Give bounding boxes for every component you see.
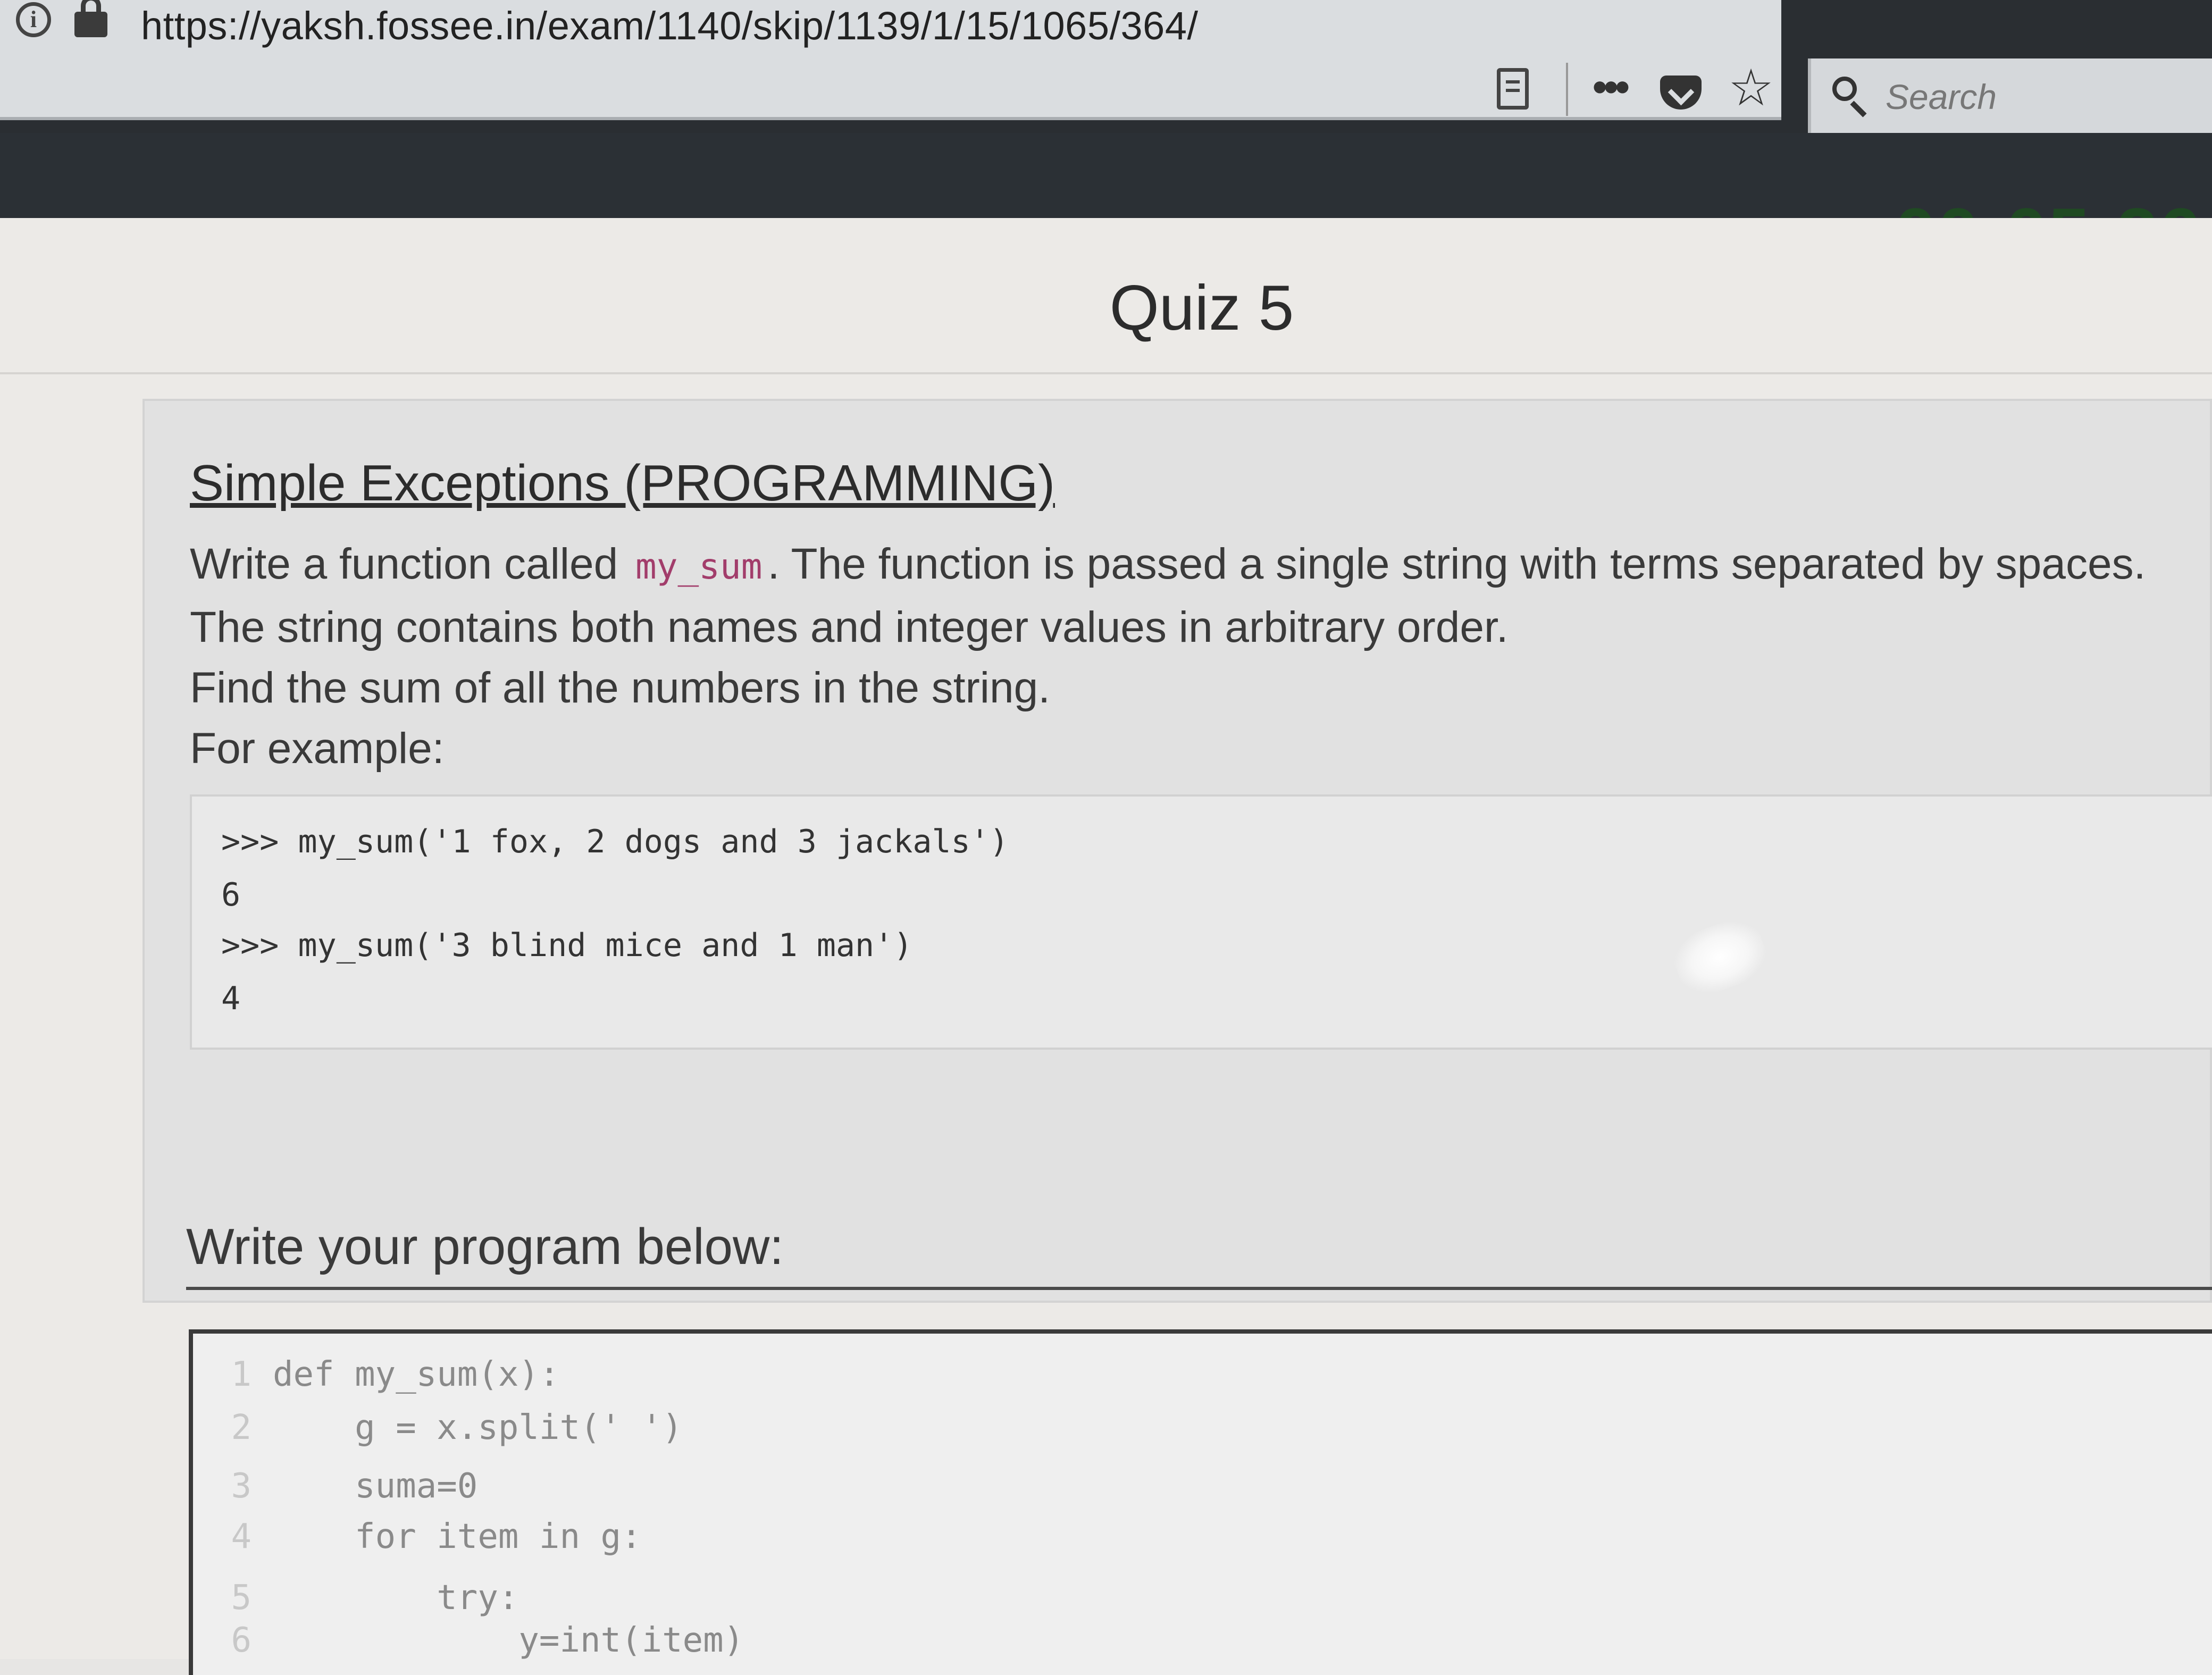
question-line-1-start: Write a function called <box>190 540 618 588</box>
more-icon[interactable]: ••• <box>1593 63 1630 111</box>
function-name-code: my_sum <box>635 546 763 587</box>
code-line[interactable]: 2 g = x.split(' ') <box>193 1408 683 1447</box>
question-line-1-end: . The function is passed a single string… <box>767 540 2146 588</box>
code-line[interactable]: 4 for item in g: <box>193 1517 641 1556</box>
browser-toolbar: i https://yaksh.fossee.in/exam/1140/skip… <box>0 0 2212 138</box>
code-text[interactable]: suma=0 <box>273 1467 477 1506</box>
question-line-4: For example: <box>190 724 445 773</box>
title-divider <box>0 372 2212 374</box>
example-line: 4 <box>221 980 241 1017</box>
example-line: 6 <box>221 876 241 914</box>
question-description: Write a function called my_sum. The func… <box>190 534 2210 779</box>
pocket-icon[interactable] <box>1660 76 1702 110</box>
code-text[interactable]: for item in g: <box>273 1517 641 1556</box>
url-bar[interactable]: i https://yaksh.fossee.in/exam/1140/skip… <box>0 0 1781 120</box>
page-content: Quiz 5 Simple Exceptions (PROGRAMMING) W… <box>0 218 2212 1675</box>
toolbar-separator <box>1566 63 1568 116</box>
page-title: Quiz 5 <box>1109 272 1294 344</box>
code-line[interactable]: 3 suma=0 <box>193 1467 477 1506</box>
line-number: 1 <box>231 1355 252 1394</box>
question-panel: Simple Exceptions (PROGRAMMING) Write a … <box>143 399 2212 1303</box>
line-number: 2 <box>231 1408 252 1447</box>
code-text[interactable]: def my_sum(x): <box>273 1355 559 1394</box>
code-text[interactable]: try: <box>273 1578 518 1618</box>
line-number: 4 <box>231 1517 252 1556</box>
site-info-icon[interactable]: i <box>16 2 51 37</box>
program-divider <box>186 1287 2212 1290</box>
search-icon <box>1832 77 1857 101</box>
question-line-2: The string contains both names and integ… <box>190 603 1509 651</box>
bookmark-star-icon[interactable]: ☆ <box>1728 63 1774 114</box>
question-title: Simple Exceptions (PROGRAMMING) <box>190 455 1055 512</box>
url-text[interactable]: https://yaksh.fossee.in/exam/1140/skip/1… <box>141 3 1199 48</box>
code-text[interactable]: y=int(item) <box>273 1621 744 1660</box>
code-text[interactable]: g = x.split(' ') <box>273 1408 683 1447</box>
line-number: 6 <box>231 1621 252 1660</box>
search-placeholder: Search <box>1886 77 1997 116</box>
code-line[interactable]: 1 def my_sum(x): <box>193 1355 559 1394</box>
example-code-block: >>> my_sum('1 fox, 2 dogs and 3 jackals'… <box>190 794 2212 1050</box>
example-line: >>> my_sum('3 blind mice and 1 man') <box>221 927 913 964</box>
code-editor[interactable]: 1 def my_sum(x): 2 g = x.split(' ') 3 sum… <box>189 1329 2212 1675</box>
code-line[interactable]: 5 try: <box>193 1578 518 1618</box>
line-number: 3 <box>231 1467 252 1506</box>
reader-view-icon[interactable] <box>1497 68 1529 110</box>
program-label: Write your program below: <box>186 1218 784 1275</box>
code-line[interactable]: 6 y=int(item) <box>193 1621 744 1660</box>
example-line: >>> my_sum('1 fox, 2 dogs and 3 jackals'… <box>221 823 1009 860</box>
lock-icon[interactable] <box>74 0 107 37</box>
question-line-3: Find the sum of all the numbers in the s… <box>190 664 1051 712</box>
question-line-1: Write a function called my_sum. The func… <box>190 534 2210 597</box>
search-input[interactable]: Search <box>1808 58 2212 138</box>
line-number: 5 <box>231 1578 252 1618</box>
